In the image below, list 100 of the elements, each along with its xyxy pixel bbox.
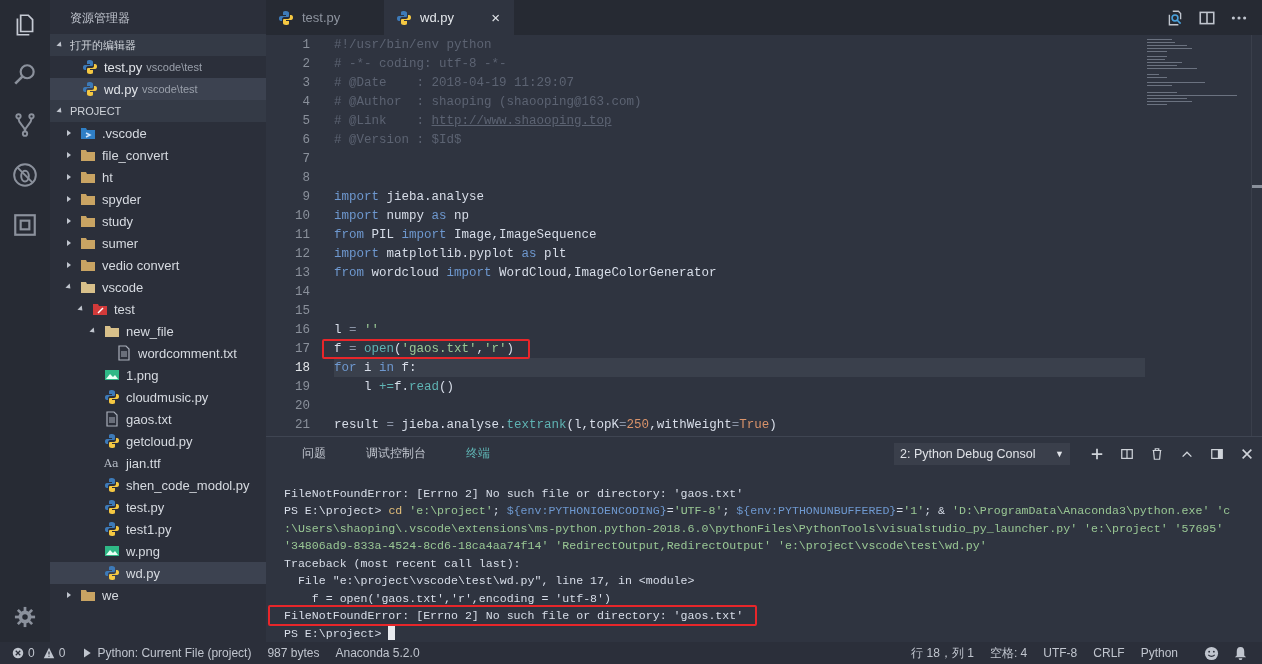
- folder-icon: [80, 235, 96, 251]
- line-number: 7: [301, 151, 310, 166]
- section-header[interactable]: PROJECT: [50, 100, 266, 122]
- extensions-icon[interactable]: [12, 212, 38, 238]
- tree-item[interactable]: .vscode: [50, 122, 266, 144]
- close-icon[interactable]: ×: [491, 9, 500, 26]
- file-size: 987 bytes: [267, 646, 320, 660]
- tree-item[interactable]: vscode: [50, 276, 266, 298]
- panel-tab[interactable]: 终端: [466, 445, 490, 463]
- bell-icon[interactable]: [1233, 645, 1248, 661]
- scrollbar-thumb[interactable]: [1252, 185, 1262, 188]
- tree-item[interactable]: wd.py: [50, 562, 266, 584]
- line-number: 5: [301, 113, 310, 128]
- expand-arrow-icon[interactable]: [65, 239, 73, 247]
- debug-configuration[interactable]: Python: Current File (project): [97, 646, 252, 660]
- line-number: 1: [301, 37, 310, 52]
- expand-arrow-icon[interactable]: [65, 217, 73, 225]
- open-editor-item[interactable]: wd.py vscode\test: [50, 78, 266, 100]
- python-icon: [278, 9, 294, 26]
- line-number: 4: [301, 94, 310, 109]
- indentation[interactable]: 空格: 4: [989, 644, 1028, 662]
- warning-count[interactable]: 0: [58, 646, 66, 660]
- tree-item[interactable]: study: [50, 210, 266, 232]
- expand-arrow-icon[interactable]: [65, 591, 73, 599]
- add-icon[interactable]: [1090, 446, 1104, 461]
- folder-icon: [80, 213, 96, 229]
- terminal-line: :\Users\shaoping\.vscode\extensions\ms-python.python-2018.6.0\pythonFiles\PythonTools\visualstudio_py_launcher.py' 'e:\project' '57695': [284, 521, 1224, 535]
- tree-item[interactable]: shen_code_modol.py: [50, 474, 266, 496]
- line-number: 15: [294, 303, 310, 318]
- tree-item[interactable]: wordcomment.txt: [50, 342, 266, 364]
- tree-item[interactable]: Aa jian.ttf: [50, 452, 266, 474]
- open-editor-item[interactable]: test.py vscode\test: [50, 56, 266, 78]
- language-mode[interactable]: Python: [1140, 646, 1178, 660]
- tree-item[interactable]: getcloud.py: [50, 430, 266, 452]
- tree-item[interactable]: vedio convert: [50, 254, 266, 276]
- cursor-position[interactable]: 行 18，列 1: [911, 644, 974, 662]
- smiley-icon[interactable]: [1204, 645, 1219, 661]
- tree-item[interactable]: gaos.txt: [50, 408, 266, 430]
- tree-item[interactable]: file_convert: [50, 144, 266, 166]
- trash-icon[interactable]: [1150, 446, 1164, 461]
- code-line: result = jieba.analyse.textrank(l,topK=250,withWeight=True): [334, 417, 777, 432]
- python-icon: [104, 565, 120, 581]
- tree-item[interactable]: w.png: [50, 540, 266, 562]
- tree-item[interactable]: test1.py: [50, 518, 266, 540]
- maximize-panel-icon[interactable]: [1210, 446, 1224, 461]
- split-terminal-icon[interactable]: [1120, 446, 1134, 461]
- tree-item[interactable]: we: [50, 584, 266, 606]
- terminal-line: PS E:\project>: [284, 626, 383, 640]
- error-count[interactable]: 0: [28, 646, 35, 660]
- code-line: from wordcloud import WordCloud,ImageColorGenerator: [334, 265, 717, 280]
- line-number: 20: [294, 398, 310, 413]
- tree-item[interactable]: test: [50, 298, 266, 320]
- section-header[interactable]: 打开的编辑器: [50, 34, 266, 56]
- font-icon: Aa: [104, 456, 120, 470]
- line-number: 16: [294, 322, 310, 337]
- terminal-line: PS E:\project> cd 'e:\project'; ${env:PYTHONIOENCODING}='UTF-8'; ${env:PYTHONUNBUFFERED}='1'; & 'D:\ProgramData\Anaconda3\python.exe' 'c: [284, 504, 1231, 518]
- terminal-line: '34806ad9-833a-4524-8cd6-18ca4aa74f14' 'RedirectOutput,RedirectOutput' 'e:\project\vscode\test\wd.py': [284, 539, 987, 553]
- folder-icon: [80, 587, 96, 603]
- expand-arrow-icon[interactable]: [65, 151, 73, 159]
- expand-arrow-icon[interactable]: [65, 173, 73, 181]
- tree-item[interactable]: ht: [50, 166, 266, 188]
- tree-item[interactable]: cloudmusic.py: [50, 386, 266, 408]
- terminal-dropdown[interactable]: 2: Python Debug Consol ▼: [894, 442, 1070, 465]
- expand-arrow-icon[interactable]: [65, 261, 73, 269]
- editor-tab[interactable]: test.py: [266, 0, 384, 35]
- terminal-line: Traceback (most recent call last):: [284, 556, 521, 570]
- tree-item[interactable]: new_file: [50, 320, 266, 342]
- document-icon: [116, 345, 132, 361]
- tree-item[interactable]: 1.png: [50, 364, 266, 386]
- expand-arrow-icon[interactable]: [65, 129, 73, 137]
- debug-icon[interactable]: [12, 162, 38, 188]
- line-number: 3: [301, 75, 310, 90]
- error-icon[interactable]: [12, 647, 24, 659]
- panel-tab[interactable]: 调试控制台: [366, 445, 426, 463]
- dropdown-arrow-icon: ▼: [1055, 448, 1064, 459]
- close-icon[interactable]: [1240, 446, 1254, 461]
- folder-icon: [80, 169, 96, 185]
- tree-item[interactable]: test.py: [50, 496, 266, 518]
- python-interpreter[interactable]: Anaconda 5.2.0: [335, 646, 420, 660]
- folder-icon: [80, 257, 96, 273]
- python-icon: [82, 81, 98, 97]
- encoding[interactable]: UTF-8: [1043, 646, 1078, 660]
- tree-item[interactable]: sumer: [50, 232, 266, 254]
- line-number: 12: [294, 246, 310, 261]
- code-line: for i in f:: [334, 360, 417, 375]
- open-preview-icon[interactable]: [1166, 8, 1184, 27]
- tree-item[interactable]: spyder: [50, 188, 266, 210]
- line-number: 19: [294, 379, 310, 394]
- folder-icon: [80, 125, 96, 141]
- document-icon: [104, 411, 120, 427]
- terminal-line: FileNotFoundError: [Errno 2] No such file or directory: 'gaos.txt': [284, 486, 744, 500]
- panel-tab[interactable]: 问题: [302, 445, 326, 463]
- warning-icon[interactable]: [42, 647, 55, 659]
- image-icon: [104, 543, 120, 559]
- folder-icon: [80, 191, 96, 207]
- expand-arrow-icon[interactable]: [65, 195, 73, 203]
- line-ending[interactable]: CRLF: [1093, 646, 1125, 660]
- line-number: 18: [294, 360, 310, 375]
- source-control-icon[interactable]: [12, 112, 38, 138]
- editor-tab[interactable]: wd.py ×: [384, 0, 514, 35]
